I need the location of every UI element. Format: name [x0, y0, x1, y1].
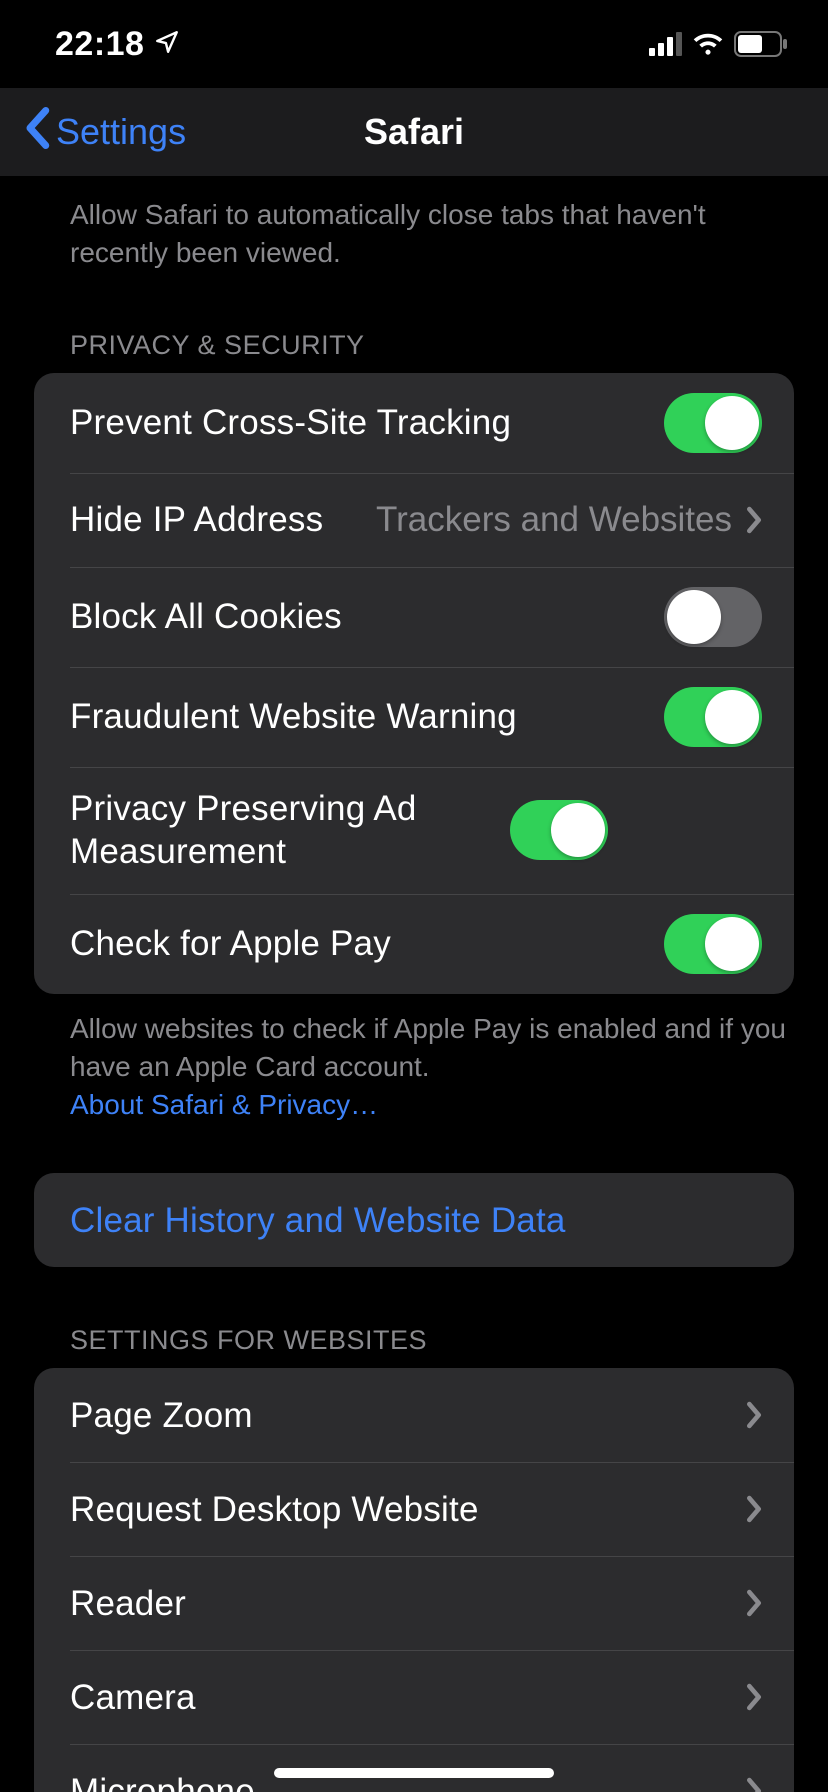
close-tabs-footer: Allow Safari to automatically close tabs… — [0, 176, 828, 272]
chevron-right-icon — [746, 1495, 762, 1523]
row-clear-history[interactable]: Clear History and Website Data — [34, 1173, 794, 1267]
row-label: Fraudulent Website Warning — [70, 695, 664, 739]
row-label: Block All Cookies — [70, 595, 664, 639]
toggle-ad-measurement[interactable] — [510, 800, 608, 860]
row-label: Privacy Preserving Ad Measurement — [70, 787, 510, 875]
row-label: Camera — [70, 1676, 732, 1720]
group-clear-history: Clear History and Website Data — [34, 1173, 794, 1267]
toggle-block-cookies[interactable] — [664, 587, 762, 647]
row-fraudulent-website-warning[interactable]: Fraudulent Website Warning — [34, 667, 794, 767]
row-camera[interactable]: Camera — [34, 1650, 794, 1744]
row-page-zoom[interactable]: Page Zoom — [34, 1368, 794, 1462]
chevron-right-icon — [746, 1683, 762, 1711]
row-hide-ip-address[interactable]: Hide IP Address Trackers and Websites — [34, 473, 794, 567]
back-button[interactable]: Settings — [24, 107, 186, 158]
chevron-right-icon — [746, 1589, 762, 1617]
row-label: Prevent Cross-Site Tracking — [70, 401, 664, 445]
row-label: Reader — [70, 1582, 732, 1626]
row-block-all-cookies[interactable]: Block All Cookies — [34, 567, 794, 667]
row-privacy-preserving-ad-measurement[interactable]: Privacy Preserving Ad Measurement — [34, 767, 794, 895]
row-label: Check for Apple Pay — [70, 922, 664, 966]
toggle-prevent-tracking[interactable] — [664, 393, 762, 453]
nav-bar: Safari Settings — [0, 88, 828, 176]
about-safari-privacy-link[interactable]: About Safari & Privacy… — [70, 1089, 378, 1120]
toggle-apple-pay[interactable] — [664, 914, 762, 974]
status-time: 22:18 — [55, 25, 144, 64]
row-value: Trackers and Websites — [353, 500, 732, 540]
section-header-privacy: PRIVACY & SECURITY — [0, 272, 828, 373]
wifi-icon — [692, 32, 724, 56]
status-bar: 22:18 — [0, 0, 828, 88]
group-websites: Page Zoom Request Desktop Website Reader… — [34, 1368, 794, 1792]
chevron-right-icon — [746, 1401, 762, 1429]
chevron-left-icon — [24, 107, 50, 158]
privacy-footer: Allow websites to check if Apple Pay is … — [0, 994, 828, 1123]
row-prevent-cross-site-tracking[interactable]: Prevent Cross-Site Tracking — [34, 373, 794, 473]
group-privacy: Prevent Cross-Site Tracking Hide IP Addr… — [34, 373, 794, 995]
row-check-for-apple-pay[interactable]: Check for Apple Pay — [34, 894, 794, 994]
home-indicator[interactable] — [274, 1768, 554, 1778]
chevron-right-icon — [746, 1777, 762, 1792]
row-request-desktop-website[interactable]: Request Desktop Website — [34, 1462, 794, 1556]
clear-history-label: Clear History and Website Data — [70, 1199, 762, 1243]
row-label: Page Zoom — [70, 1394, 732, 1438]
battery-icon — [734, 31, 788, 57]
location-arrow-icon — [154, 25, 180, 64]
row-label: Hide IP Address — [70, 498, 323, 542]
row-reader[interactable]: Reader — [34, 1556, 794, 1650]
row-label: Request Desktop Website — [70, 1488, 732, 1532]
toggle-fraud-warning[interactable] — [664, 687, 762, 747]
cellular-signal-icon — [649, 32, 682, 56]
chevron-right-icon — [746, 506, 762, 534]
back-label: Settings — [56, 111, 186, 153]
section-header-websites: SETTINGS FOR WEBSITES — [0, 1267, 828, 1368]
